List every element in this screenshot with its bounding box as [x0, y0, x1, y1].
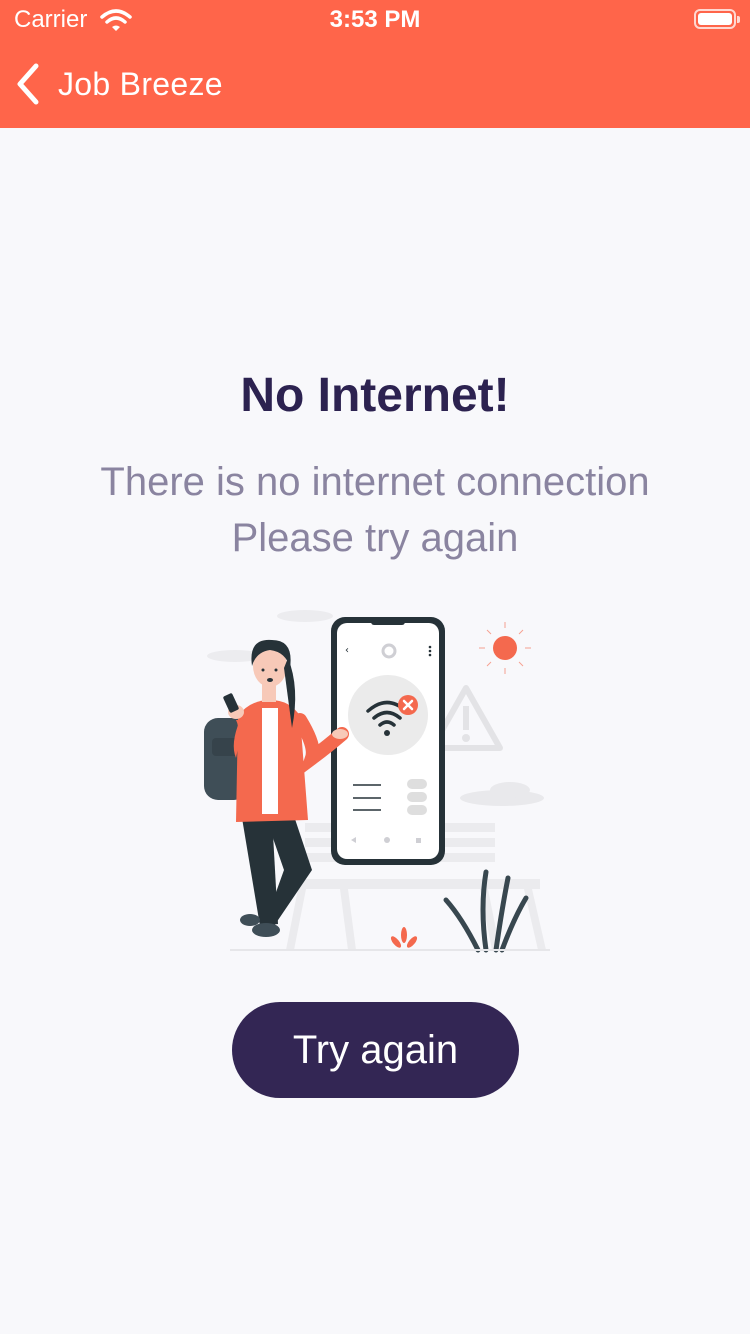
battery-icon — [694, 9, 740, 29]
message-line-1: There is no internet connection — [100, 460, 650, 504]
nav-title: Job Breeze — [58, 65, 223, 102]
flower-icon — [390, 927, 418, 948]
no-internet-screen: No Internet! There is no internet connec… — [0, 128, 750, 1334]
phone-icon: ‹ — [331, 617, 445, 865]
sun-icon — [479, 622, 531, 674]
clock: 3:53 PM — [329, 6, 421, 33]
app-header: Carrier 3:53 PM Job Breeze — [0, 0, 750, 128]
svg-text:‹: ‹ — [345, 645, 349, 656]
back-button[interactable]: Job Breeze — [14, 62, 223, 106]
cloud-icon — [277, 610, 333, 622]
page-title: No Internet! — [240, 369, 510, 422]
message: There is no internet connection Please t… — [0, 454, 750, 566]
no-internet-illustration: ‹ — [204, 610, 550, 953]
chevron-left-icon — [17, 63, 39, 105]
navigation-bar: Job Breeze — [0, 52, 750, 116]
status-bar: Carrier 3:53 PM — [0, 0, 750, 40]
try-again-button[interactable]: Try again — [232, 1002, 519, 1098]
message-line-2: Please try again — [231, 516, 519, 560]
person-illustration — [204, 639, 349, 937]
